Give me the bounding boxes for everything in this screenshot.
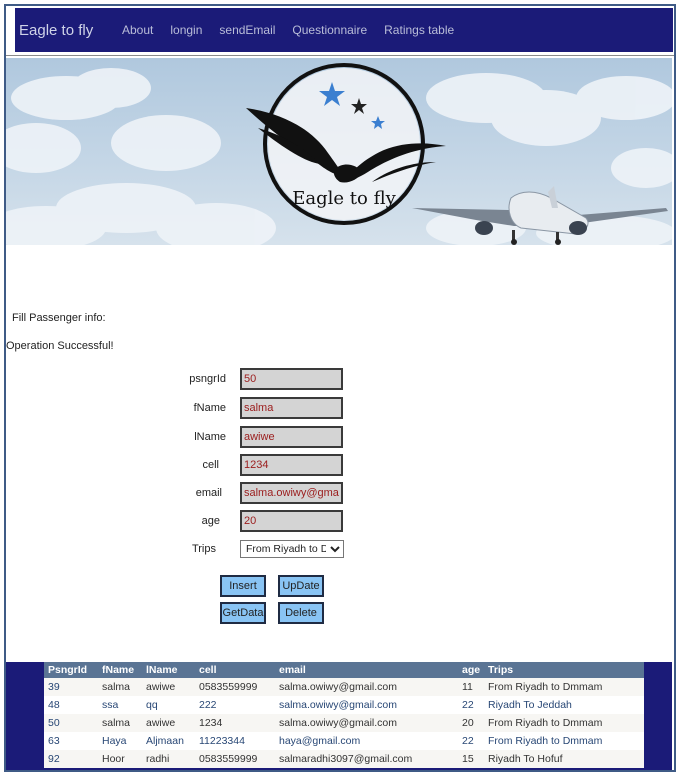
cell-age: 22	[458, 732, 484, 750]
cell-phone: 11223344	[195, 732, 275, 750]
update-button[interactable]: UpDate	[278, 575, 324, 597]
col-email: email	[275, 662, 458, 678]
col-fname: fName	[98, 662, 142, 678]
nav-ratings-table[interactable]: Ratings table	[384, 23, 454, 37]
table-header-row: PsngrId fName lName cell email age Trips	[44, 662, 644, 678]
trips-label: Trips	[191, 543, 216, 555]
navbar: Eagle to fly About longin sendEmail Ques…	[15, 8, 673, 52]
trips-select[interactable]: From Riyadh to Dmmam	[240, 540, 344, 558]
nav-send-email[interactable]: sendEmail	[219, 23, 275, 37]
cell-fname: ssa	[98, 696, 142, 714]
delete-button[interactable]: Delete	[278, 602, 324, 624]
cell-psngrid[interactable]: 63	[44, 732, 98, 750]
insert-button[interactable]: Insert	[220, 575, 266, 597]
nav-login[interactable]: longin	[170, 23, 202, 37]
table-row[interactable]: 50 salma awiwe 1234 salma.owiwy@gmail.co…	[44, 714, 644, 732]
brand-link[interactable]: Eagle to fly	[19, 22, 122, 39]
cell-psngrid[interactable]: 48	[44, 696, 98, 714]
cell-lname: radhi	[142, 750, 195, 768]
cell-trips: From Riyadh to Dmmam	[484, 678, 644, 696]
cell-psngrid[interactable]: 39	[44, 678, 98, 696]
cell-fname: Hoor	[98, 750, 142, 768]
col-lname: lName	[142, 662, 195, 678]
logo-text: Eagle to fly	[292, 188, 396, 209]
age-input[interactable]	[240, 510, 343, 532]
cell-psngrid[interactable]: 92	[44, 750, 98, 768]
col-trips: Trips	[484, 662, 644, 678]
cell-lname: Aljmaan	[142, 732, 195, 750]
hero-banner: Eagle to fly	[6, 58, 672, 245]
table-row[interactable]: 63 Haya Aljmaan 11223344 haya@gmail.com …	[44, 732, 644, 750]
cell-lname: qq	[142, 696, 195, 714]
cell-fname: Haya	[98, 732, 142, 750]
passenger-table: PsngrId fName lName cell email age Trips…	[44, 662, 644, 768]
cell-lname: awiwe	[142, 678, 195, 696]
cell-email: salmaradhi3097@gmail.com	[275, 750, 458, 768]
email-input[interactable]	[240, 482, 343, 504]
cell-trips: Riyadh To Jeddah	[484, 696, 644, 714]
nav-about[interactable]: About	[122, 23, 153, 37]
cell-email: haya@gmail.com	[275, 732, 458, 750]
lname-input[interactable]	[240, 426, 343, 448]
section-label: Fill Passenger info:	[12, 312, 106, 324]
col-psngrid: PsngrId	[44, 662, 98, 678]
cell-age: 20	[458, 714, 484, 732]
cell-psngrid[interactable]: 50	[44, 714, 98, 732]
passenger-table-panel: PsngrId fName lName cell email age Trips…	[6, 662, 672, 770]
cell-fname: salma	[98, 678, 142, 696]
email-label: email	[195, 487, 222, 499]
cell-age: 11	[458, 678, 484, 696]
fname-input[interactable]	[240, 397, 343, 419]
cell-fname: salma	[98, 714, 142, 732]
cell-phone: 0583559999	[195, 678, 275, 696]
col-age: age	[458, 662, 484, 678]
banner-image: Eagle to fly	[6, 63, 672, 245]
cell-email: salma.owiwy@gmail.com	[275, 678, 458, 696]
table-row[interactable]: 39 salma awiwe 0583559999 salma.owiwy@gm…	[44, 678, 644, 696]
status-message: Operation Successful!	[6, 340, 114, 352]
getdata-button[interactable]: GetData	[220, 602, 266, 624]
cell-phone: 222	[195, 696, 275, 714]
psngrid-label: psngrId	[189, 373, 226, 385]
cell-age: 22	[458, 696, 484, 714]
cell-phone: 0583559999	[195, 750, 275, 768]
table-row[interactable]: 48 ssa qq 222 salma.owiwy@gmail.com 22 R…	[44, 696, 644, 714]
table-row[interactable]: 92 Hoor radhi 0583559999 salmaradhi3097@…	[44, 750, 644, 768]
cell-phone: 1234	[195, 714, 275, 732]
fname-label: fName	[193, 402, 226, 414]
cell-trips: Riyadh To Hofuf	[484, 750, 644, 768]
cell-email: salma.owiwy@gmail.com	[275, 696, 458, 714]
nav-questionnaire[interactable]: Questionnaire	[292, 23, 367, 37]
lname-label: lName	[194, 431, 226, 443]
cell-trips: From Riyadh to Dmmam	[484, 714, 644, 732]
cell-trips: From Riyadh to Dmmam	[484, 732, 644, 750]
cell-email: salma.owiwy@gmail.com	[275, 714, 458, 732]
col-cell: cell	[195, 662, 275, 678]
psngrid-input[interactable]	[240, 368, 343, 390]
cell-label: cell	[202, 459, 219, 471]
navbar-divider	[6, 55, 674, 56]
cell-lname: awiwe	[142, 714, 195, 732]
age-label: age	[201, 515, 220, 527]
page-frame: Eagle to fly About longin sendEmail Ques…	[4, 4, 676, 772]
cell-age: 15	[458, 750, 484, 768]
cell-input[interactable]	[240, 454, 343, 476]
